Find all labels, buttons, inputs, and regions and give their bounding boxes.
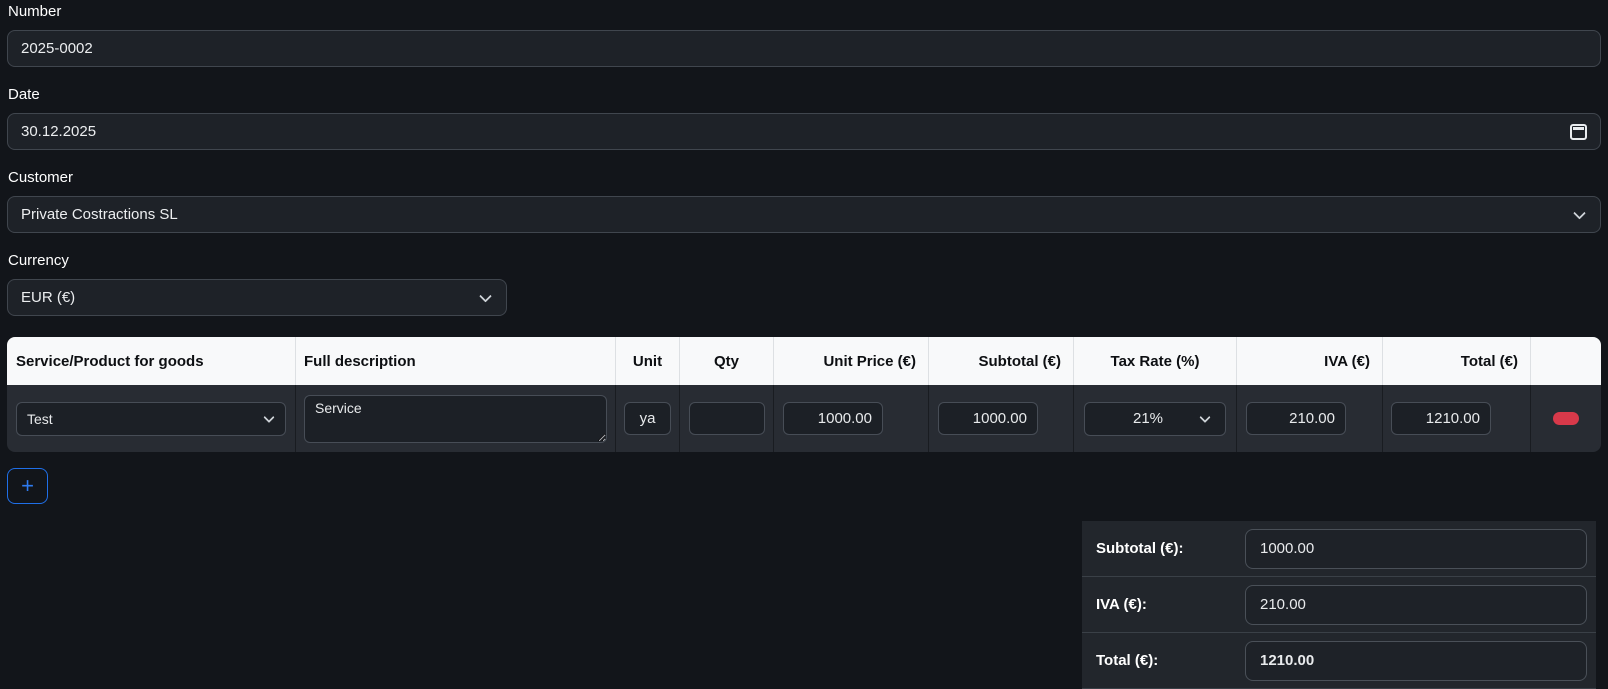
invoice-form-page: Number 2025-0002 Date 30.12.2025 Custome… bbox=[0, 3, 1608, 689]
header-tax-rate: Tax Rate (%) bbox=[1073, 337, 1236, 385]
number-input[interactable]: 2025-0002 bbox=[7, 30, 1601, 67]
unit-price-cell bbox=[773, 385, 928, 452]
header-total: Total (€) bbox=[1382, 337, 1530, 385]
calendar-icon[interactable] bbox=[1570, 124, 1587, 140]
date-field-group: Date 30.12.2025 bbox=[7, 86, 1601, 150]
currency-label: Currency bbox=[8, 252, 1601, 270]
row-actions-cell bbox=[1530, 385, 1601, 452]
number-field-group: Number 2025-0002 bbox=[7, 3, 1601, 67]
tax-rate-cell: 21% bbox=[1073, 385, 1236, 452]
summary-subtotal-value: 1000.00 bbox=[1260, 540, 1314, 557]
unit-price-input[interactable] bbox=[783, 402, 883, 435]
total-cell bbox=[1382, 385, 1530, 452]
chevron-down-icon bbox=[1573, 206, 1586, 219]
header-actions bbox=[1530, 337, 1601, 385]
header-unit-price: Unit Price (€) bbox=[773, 337, 928, 385]
header-description: Full description bbox=[295, 337, 615, 385]
chevron-down-icon bbox=[263, 411, 274, 422]
summary-iva-row: IVA (€): 210.00 bbox=[1082, 577, 1596, 633]
total-input[interactable] bbox=[1391, 402, 1491, 435]
qty-input[interactable] bbox=[689, 402, 765, 435]
number-label: Number bbox=[8, 3, 1601, 21]
currency-value: EUR (€) bbox=[21, 289, 75, 306]
description-cell: Service bbox=[295, 385, 615, 452]
summary-subtotal-row: Subtotal (€): 1000.00 bbox=[1082, 521, 1596, 577]
subtotal-input[interactable] bbox=[938, 402, 1038, 435]
summary-subtotal-input[interactable]: 1000.00 bbox=[1245, 529, 1587, 569]
summary-iva-label: IVA (€): bbox=[1082, 596, 1245, 613]
totals-summary-table: Subtotal (€): 1000.00 IVA (€): 210.00 To… bbox=[1082, 521, 1596, 689]
summary-total-value: 1210.00 bbox=[1260, 652, 1314, 669]
tax-rate-value: 21% bbox=[1133, 410, 1163, 427]
summary-total-input[interactable]: 1210.00 bbox=[1245, 641, 1587, 681]
add-row-button[interactable]: + bbox=[7, 468, 48, 504]
iva-cell bbox=[1236, 385, 1382, 452]
date-label: Date bbox=[8, 86, 1601, 104]
service-product-value: Test bbox=[27, 411, 53, 427]
summary-iva-input[interactable]: 210.00 bbox=[1245, 585, 1587, 625]
plus-icon: + bbox=[21, 475, 34, 497]
header-service: Service/Product for goods bbox=[7, 337, 295, 385]
line-items-table: Service/Product for goods Full descripti… bbox=[7, 337, 1601, 452]
qty-cell bbox=[679, 385, 773, 452]
header-subtotal: Subtotal (€) bbox=[928, 337, 1073, 385]
currency-field-group: Currency EUR (€) bbox=[7, 252, 1601, 316]
summary-iva-value: 210.00 bbox=[1260, 596, 1306, 613]
summary-subtotal-label: Subtotal (€): bbox=[1082, 540, 1245, 557]
number-value: 2025-0002 bbox=[21, 40, 93, 57]
subtotal-cell bbox=[928, 385, 1073, 452]
header-unit: Unit bbox=[615, 337, 679, 385]
iva-input[interactable] bbox=[1246, 402, 1346, 435]
customer-value: Private Costractions SL bbox=[21, 206, 178, 223]
summary-total-label: Total (€): bbox=[1082, 652, 1245, 669]
date-value: 30.12.2025 bbox=[21, 123, 96, 140]
currency-select[interactable]: EUR (€) bbox=[7, 279, 507, 316]
customer-label: Customer bbox=[8, 169, 1601, 187]
full-description-textarea[interactable]: Service bbox=[304, 395, 607, 443]
line-items-header-row: Service/Product for goods Full descripti… bbox=[7, 337, 1601, 385]
delete-row-button[interactable] bbox=[1553, 412, 1579, 425]
summary-total-row: Total (€): 1210.00 bbox=[1082, 633, 1596, 689]
header-iva: IVA (€) bbox=[1236, 337, 1382, 385]
service-product-select[interactable]: Test bbox=[16, 402, 286, 436]
unit-input[interactable] bbox=[624, 402, 671, 435]
header-qty: Qty bbox=[679, 337, 773, 385]
service-cell: Test bbox=[7, 385, 295, 452]
chevron-down-icon bbox=[1199, 411, 1210, 422]
chevron-down-icon bbox=[479, 289, 492, 302]
date-input[interactable]: 30.12.2025 bbox=[7, 113, 1601, 150]
tax-rate-select[interactable]: 21% bbox=[1084, 402, 1226, 436]
customer-select[interactable]: Private Costractions SL bbox=[7, 196, 1601, 233]
customer-field-group: Customer Private Costractions SL bbox=[7, 169, 1601, 233]
unit-cell bbox=[615, 385, 679, 452]
line-item-row: Test Service 21% bbox=[7, 385, 1601, 452]
